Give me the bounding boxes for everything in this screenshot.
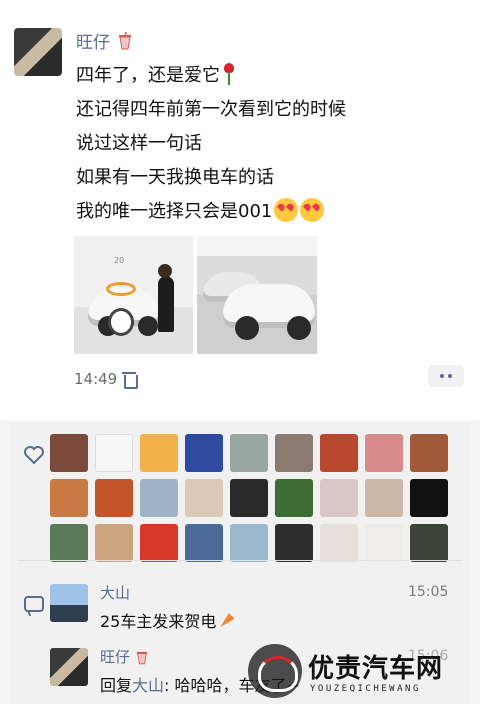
liker-avatar[interactable] [50, 479, 88, 517]
reply-to-name[interactable]: 大山 [132, 676, 164, 695]
liker-avatar[interactable] [50, 524, 88, 562]
commenter-name-row[interactable]: 旺仔 [100, 646, 148, 667]
liker-avatar[interactable] [410, 434, 448, 472]
liker-avatar-grid [50, 434, 448, 562]
post-line: 说过这样一句话 [76, 133, 202, 154]
liker-avatar[interactable] [365, 524, 403, 562]
post-line: 如果有一天我换电车的话 [76, 167, 274, 188]
heart-eyes-emoji-icon [274, 198, 299, 222]
liker-avatar[interactable] [365, 434, 403, 472]
comment-icon [24, 596, 44, 612]
liker-avatar[interactable] [50, 434, 88, 472]
commenter-avatar[interactable] [50, 648, 88, 686]
liker-avatar[interactable] [185, 479, 223, 517]
commenter-name[interactable]: 大山 [100, 582, 130, 603]
liker-avatar[interactable] [365, 479, 403, 517]
liker-avatar[interactable] [185, 434, 223, 472]
liker-avatar[interactable] [275, 434, 313, 472]
liker-avatar[interactable] [95, 434, 133, 472]
delete-icon[interactable] [122, 371, 138, 389]
photo-wall-sign: 20 [114, 256, 125, 265]
liker-avatar[interactable] [140, 479, 178, 517]
liker-avatar[interactable] [230, 524, 268, 562]
comment-text[interactable]: 25车主发来贺电 [100, 608, 235, 632]
commenter-name[interactable]: 旺仔 [100, 646, 130, 667]
liker-avatar[interactable] [275, 479, 313, 517]
author-avatar[interactable] [14, 28, 62, 76]
author-name-row[interactable]: 旺仔 [76, 28, 132, 53]
post-line: 我的唯一选择只会是001 [76, 198, 468, 232]
party-popper-icon [220, 613, 235, 627]
bubble-tea-icon [136, 651, 148, 664]
liker-avatar[interactable] [320, 524, 358, 562]
dot-icon [448, 374, 452, 378]
liker-avatar[interactable] [95, 479, 133, 517]
photo-car-showroom[interactable] [197, 236, 317, 354]
liker-avatar[interactable] [410, 524, 448, 562]
commenter-avatar[interactable] [50, 584, 88, 622]
liker-avatar[interactable] [320, 479, 358, 517]
more-actions-button[interactable] [428, 365, 464, 387]
moment-post: 旺仔 四年了，还是爱它 还记得四年前第一次看到它的时候 说过这样一句话 如果有一… [0, 0, 480, 420]
heart-icon [24, 446, 44, 464]
bubble-tea-icon [118, 31, 132, 50]
author-name[interactable]: 旺仔 [76, 28, 110, 53]
post-line: 还记得四年前第一次看到它的时候 [76, 99, 346, 120]
comment-time: 15:05 [408, 584, 449, 600]
liker-avatar[interactable] [185, 524, 223, 562]
rose-icon [224, 63, 234, 85]
liker-avatar[interactable] [275, 524, 313, 562]
liker-avatar[interactable] [230, 479, 268, 517]
liker-avatar[interactable] [140, 434, 178, 472]
post-timestamp: 14:49 [74, 370, 118, 388]
liker-avatar[interactable] [95, 524, 133, 562]
site-watermark: 优责汽车网 YOUZEQICHEWANG [248, 640, 478, 704]
liker-avatar[interactable] [140, 524, 178, 562]
divider [18, 560, 462, 561]
liker-avatar[interactable] [410, 479, 448, 517]
watermark-title: 优责汽车网 [308, 654, 444, 684]
dot-icon [440, 374, 444, 378]
liker-avatar[interactable] [230, 434, 268, 472]
watermark-logo-icon [248, 644, 302, 698]
watermark-subtitle: YOUZEQICHEWANG [310, 684, 421, 694]
photo-car-delivery[interactable]: 20 [74, 236, 193, 354]
reply-prefix: 回复 [100, 676, 133, 695]
post-line: 四年了，还是爱它 [76, 62, 468, 96]
liker-avatar[interactable] [320, 434, 358, 472]
post-text: 四年了，还是爱它 还记得四年前第一次看到它的时候 说过这样一句话 如果有一天我换… [76, 62, 468, 232]
heart-eyes-emoji-icon [300, 198, 325, 222]
